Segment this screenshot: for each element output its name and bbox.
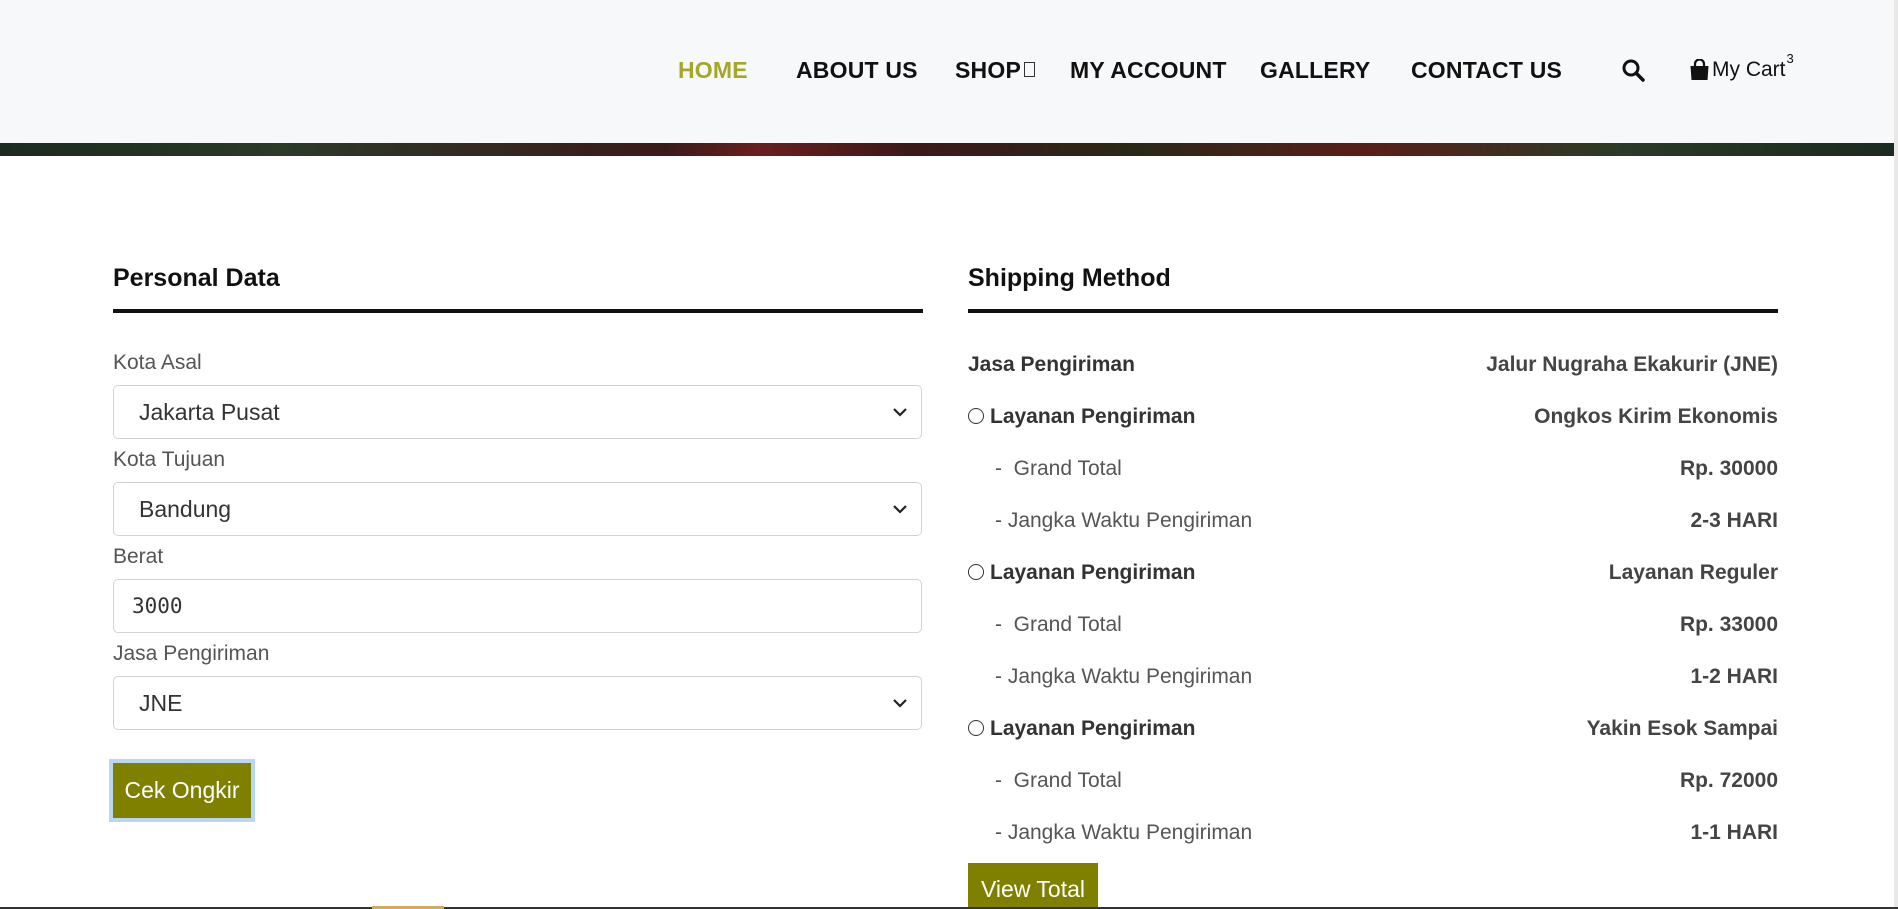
- shop-dropdown-icon[interactable]: [1024, 62, 1035, 77]
- grand-total-value: Rp. 72000: [1679, 769, 1778, 792]
- search-icon: [1622, 59, 1645, 82]
- service-radio[interactable]: [968, 563, 984, 580]
- kota-asal-label: Kota Asal: [113, 351, 202, 374]
- nav-shop[interactable]: SHOP: [955, 51, 1021, 89]
- grand-total-value: Rp. 33000: [1679, 613, 1778, 636]
- shopping-bag-icon: [1690, 59, 1709, 80]
- courier-value: Jalur Nugraha Ekakurir (JNE): [1486, 353, 1778, 376]
- jasa-pengiriman-label: Jasa Pengiriman: [113, 642, 270, 665]
- kota-tujuan-select[interactable]: Bandung: [113, 482, 922, 536]
- shipping-method-title: Shipping Method: [968, 264, 1171, 292]
- eta-row: - Jangka Waktu Pengiriman 2-3 HARI: [968, 506, 1778, 536]
- service-label-wrap: Layanan Pengiriman: [968, 717, 1195, 741]
- kota-tujuan-value: Bandung: [139, 495, 232, 522]
- chevron-down-icon: [893, 505, 907, 514]
- chevron-down-icon: [893, 699, 907, 708]
- service-label: Layanan Pengiriman: [990, 717, 1196, 740]
- service-radio[interactable]: [968, 407, 984, 424]
- kota-asal-select[interactable]: Jakarta Pusat: [113, 385, 922, 439]
- berat-input[interactable]: 3000: [113, 579, 922, 633]
- nav-about-us[interactable]: ABOUT US: [796, 51, 918, 89]
- berat-label: Berat: [113, 545, 164, 568]
- eta-row: - Jangka Waktu Pengiriman 1-1 HARI: [968, 818, 1778, 848]
- nav-home[interactable]: HOME: [678, 51, 748, 89]
- grand-total-value: Rp. 30000: [1679, 457, 1778, 480]
- grand-total-label: - Grand Total: [995, 613, 1122, 636]
- courier-label: Jasa Pengiriman: [968, 353, 1135, 376]
- grand-total-row: - Grand Total Rp. 30000: [968, 454, 1778, 484]
- cek-ongkir-button[interactable]: Cek Ongkir: [109, 759, 255, 822]
- service-label-wrap: Layanan Pengiriman: [968, 561, 1195, 585]
- courier-row: Jasa Pengiriman Jalur Nugraha Ekakurir (…: [968, 350, 1778, 380]
- cart-label: My Cart: [1712, 58, 1786, 81]
- hero-image-strip: [0, 143, 1894, 156]
- eta-row: - Jangka Waktu Pengiriman 1-2 HARI: [968, 662, 1778, 692]
- service-name: Yakin Esok Sampai: [1586, 717, 1778, 740]
- nav-contact-us[interactable]: CONTACT US: [1411, 51, 1562, 89]
- kota-tujuan-label: Kota Tujuan: [113, 448, 226, 471]
- search-button[interactable]: [1621, 51, 1645, 89]
- service-row[interactable]: Layanan Pengiriman Layanan Reguler: [968, 558, 1778, 588]
- personal-data-title: Personal Data: [113, 264, 280, 292]
- service-label: Layanan Pengiriman: [990, 405, 1196, 428]
- service-name: Layanan Reguler: [1608, 561, 1778, 584]
- main-nav: HOME ABOUT US SHOP MY ACCOUNT GALLERY CO…: [0, 51, 1894, 89]
- service-radio[interactable]: [968, 719, 984, 736]
- shipping-method-divider: [968, 309, 1778, 313]
- eta-label: - Jangka Waktu Pengiriman: [995, 509, 1253, 532]
- service-name: Ongkos Kirim Ekonomis: [1534, 405, 1778, 428]
- grand-total-label: - Grand Total: [995, 769, 1122, 792]
- eta-value: 1-2 HARI: [1690, 665, 1778, 688]
- grand-total-row: - Grand Total Rp. 72000: [968, 766, 1778, 796]
- eta-label: - Jangka Waktu Pengiriman: [995, 821, 1253, 844]
- view-total-button[interactable]: View Total: [968, 863, 1098, 909]
- site-header: HOME ABOUT US SHOP MY ACCOUNT GALLERY CO…: [0, 0, 1894, 143]
- service-row[interactable]: Layanan Pengiriman Yakin Esok Sampai: [968, 714, 1778, 744]
- berat-value: 3000: [132, 594, 183, 618]
- page: HOME ABOUT US SHOP MY ACCOUNT GALLERY CO…: [0, 0, 1898, 909]
- page-scrollbar[interactable]: [1894, 0, 1898, 909]
- grand-total-label: - Grand Total: [995, 457, 1122, 480]
- eta-value: 1-1 HARI: [1690, 821, 1778, 844]
- cart-button[interactable]: My Cart 3: [1689, 51, 1794, 89]
- service-row[interactable]: Layanan Pengiriman Ongkos Kirim Ekonomis: [968, 402, 1778, 432]
- service-label-wrap: Layanan Pengiriman: [968, 405, 1195, 429]
- jasa-pengiriman-select[interactable]: JNE: [113, 676, 922, 730]
- nav-gallery[interactable]: GALLERY: [1260, 51, 1370, 89]
- nav-my-account[interactable]: MY ACCOUNT: [1070, 51, 1227, 89]
- grand-total-row: - Grand Total Rp. 33000: [968, 610, 1778, 640]
- chevron-down-icon: [893, 408, 907, 417]
- personal-data-divider: [113, 309, 923, 313]
- cart-count-badge: 3: [1786, 50, 1794, 66]
- eta-label: - Jangka Waktu Pengiriman: [995, 665, 1253, 688]
- kota-asal-value: Jakarta Pusat: [139, 398, 280, 425]
- service-label: Layanan Pengiriman: [990, 561, 1196, 584]
- eta-value: 2-3 HARI: [1690, 509, 1778, 532]
- jasa-pengiriman-value: JNE: [139, 689, 183, 716]
